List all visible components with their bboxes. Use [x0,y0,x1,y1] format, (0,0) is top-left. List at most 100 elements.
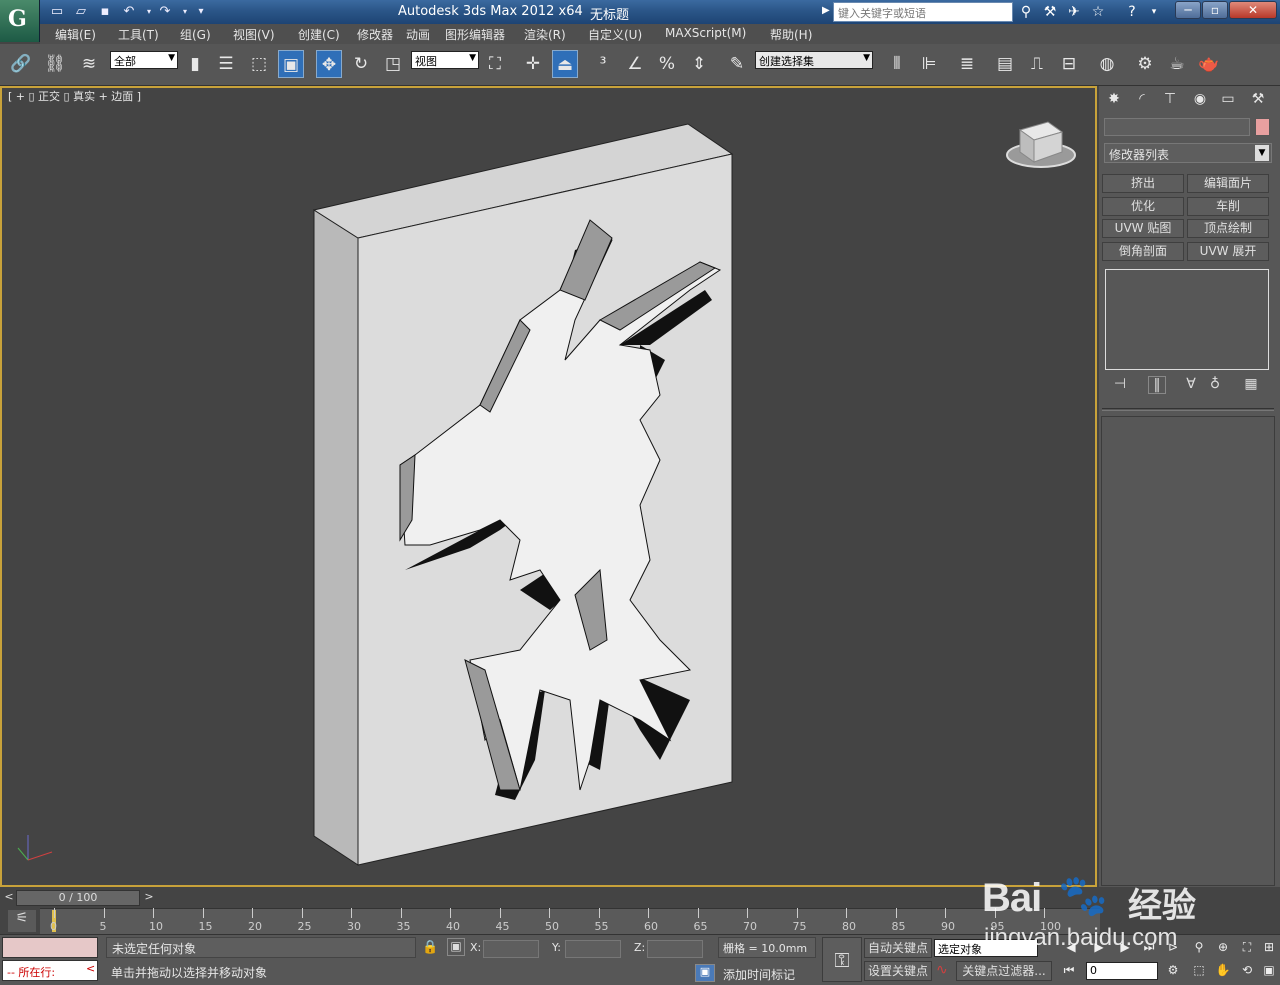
select-by-name-icon[interactable]: ☰ [213,50,239,78]
render-production-icon[interactable]: 🫖 [1196,50,1222,78]
x-coordinate-field[interactable] [483,940,539,958]
zoom-extents-all-icon[interactable]: ⊞ [1260,940,1278,958]
select-and-scale-icon[interactable]: ◳ [380,50,406,78]
save-file-icon[interactable]: ▪ [96,3,114,21]
create-tab-icon[interactable]: ✸ [1102,91,1126,111]
selection-filter-dropdown[interactable]: 全部 ▼ [110,51,178,69]
snaps-toggle-icon[interactable]: ³ [590,50,616,78]
unwrap-uvw-button[interactable]: UVW 展开 [1187,242,1269,261]
menu-maxscript[interactable]: MAXScript(M) [665,26,746,40]
maxscript-mini-listener[interactable] [2,937,98,958]
help-dropdown-icon[interactable]: ▾ [1144,3,1164,21]
mirror-icon[interactable]: ⫴ [884,50,910,78]
modifier-list-dropdown[interactable]: 修改器列表 ▼ [1104,143,1272,163]
help-icon[interactable]: ? [1122,3,1142,21]
schematic-view-icon[interactable]: ⊟ [1056,50,1082,78]
menu-create[interactable]: 创建(C) [298,26,340,43]
zoom-icon[interactable]: ⚲ [1190,940,1208,958]
select-and-link-icon[interactable]: 🔗 [8,50,34,78]
open-file-icon[interactable]: ▱ [72,3,90,21]
favorites-icon[interactable]: ☆ [1088,3,1108,21]
menu-tools[interactable]: 工具(T) [118,26,159,43]
layer-manager-icon[interactable]: ≣ [954,50,980,78]
key-filters-button[interactable]: 关键点过滤器... [956,961,1052,981]
edit-named-selection-icon[interactable]: ✎ [724,50,750,78]
pan-view-icon[interactable]: ✋ [1214,963,1232,981]
zoom-all-icon[interactable]: ⊕ [1214,940,1232,958]
modify-tab-icon[interactable]: ◜ [1130,91,1154,111]
selection-lock-icon[interactable]: 🔒 [422,940,438,955]
y-coordinate-field[interactable] [565,940,621,958]
pivot-center-icon[interactable]: ⛶ [482,50,508,78]
subscription-icon[interactable]: ⚒ [1040,3,1060,21]
select-object-icon[interactable]: ▮ [182,50,208,78]
material-editor-icon[interactable]: ◍ [1094,50,1120,78]
time-next-icon[interactable]: > [142,890,156,906]
menu-animation[interactable]: 动画 [406,26,430,43]
binoculars-icon[interactable]: ⚲ [1016,3,1036,21]
display-tab-icon[interactable]: ▭ [1216,91,1240,111]
motion-tab-icon[interactable]: ◉ [1188,91,1212,111]
graphite-toggle-icon[interactable]: ▤ [992,50,1018,78]
optimize-button[interactable]: 优化 [1102,197,1184,216]
hierarchy-tab-icon[interactable]: ⊤ [1158,91,1182,111]
quick-access-dropdown-icon[interactable]: ▾ [192,3,210,21]
percent-snap-icon[interactable]: % [654,50,680,78]
menu-customize[interactable]: 自定义(U) [588,26,642,43]
set-key-icon[interactable]: ⚿ [822,937,862,982]
lathe-button[interactable]: 车削 [1187,197,1269,216]
auto-key-button[interactable]: 自动关键点 [864,938,932,958]
object-name-field[interactable] [1104,118,1250,136]
zoom-extents-icon[interactable]: ⛶ [1238,940,1256,958]
menu-edit[interactable]: 编辑(E) [55,26,96,43]
region-zoom-icon[interactable]: ⬚ [1190,963,1208,981]
minimize-button[interactable]: ─ [1175,1,1201,19]
named-selection-dropdown[interactable]: 创建选择集 ▼ [755,51,873,69]
redo-icon[interactable]: ↷ [156,3,174,21]
listener-output[interactable]: -- 所在行: [2,960,98,981]
edit-patch-button[interactable]: 编辑面片 [1187,174,1269,193]
search-expand-icon[interactable]: ▶ [822,5,830,16]
communication-center-icon[interactable]: ✈ [1064,3,1084,21]
uvw-map-button[interactable]: UVW 贴图 [1102,219,1184,238]
object-color-swatch[interactable] [1255,118,1270,136]
rectangular-selection-icon[interactable]: ⬚ [246,50,272,78]
reference-coordinate-dropdown[interactable]: 视图 ▼ [411,51,479,69]
maximize-button[interactable]: ▫ [1202,1,1228,19]
remove-modifier-icon[interactable]: ♁ [1206,376,1224,394]
modifier-stack-view[interactable] [1105,269,1269,370]
search-input[interactable]: 键入关键字或短语 [833,2,1013,22]
go-to-start-icon[interactable]: ⏮ [1060,963,1078,981]
angle-snap-icon[interactable]: ∠ [622,50,648,78]
align-icon[interactable]: ⊫ [916,50,942,78]
show-end-result-icon[interactable]: ‖ [1148,376,1166,394]
utilities-tab-icon[interactable]: ⚒ [1246,91,1270,111]
configure-sets-icon[interactable]: ▦ [1242,376,1260,394]
bevel-profile-button[interactable]: 倒角剖面 [1102,242,1184,261]
time-prev-icon[interactable]: < [2,890,16,906]
menu-views[interactable]: 视图(V) [233,26,275,43]
time-slider[interactable]: 0 / 100 [16,890,140,906]
app-menu-button[interactable]: G [0,0,40,42]
new-file-icon[interactable]: ▭ [48,3,66,21]
menu-modifiers[interactable]: 修改器 [357,26,393,43]
bind-space-warp-icon[interactable]: ≋ [76,50,102,78]
set-key-button[interactable]: 设置关键点 [864,961,932,981]
add-time-tag[interactable]: 添加时间标记 [723,966,795,983]
absolute-mode-icon[interactable]: ▣ [447,938,465,956]
vertex-paint-button[interactable]: 顶点绘制 [1187,219,1269,238]
spinner-snap-icon[interactable]: ⇕ [686,50,712,78]
menu-help[interactable]: 帮助(H) [770,26,812,43]
keyboard-shortcut-override-icon[interactable]: ⏏ [552,50,578,78]
make-unique-icon[interactable]: ∀ [1182,376,1200,394]
current-frame-field[interactable]: 0 [1086,962,1158,980]
track-bar-menu-icon[interactable]: ⚟ [8,910,36,932]
close-button[interactable]: ✕ [1229,1,1277,19]
time-config-icon[interactable]: ⚙ [1164,963,1182,981]
extrude-button[interactable]: 挤出 [1102,174,1184,193]
select-and-manipulate-icon[interactable]: ✛ [520,50,546,78]
pin-stack-icon[interactable]: ⊣ [1111,376,1129,394]
orbit-icon[interactable]: ⟲ [1238,963,1256,981]
unlink-icon[interactable]: ⛓ [42,50,68,78]
undo-icon[interactable]: ↶ [120,3,138,21]
